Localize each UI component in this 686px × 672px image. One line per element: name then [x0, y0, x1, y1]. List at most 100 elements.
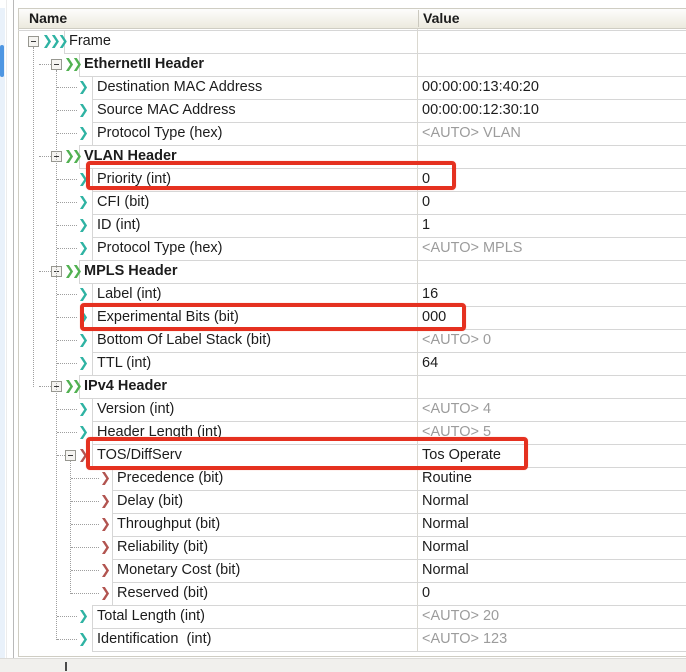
- tree-branch-line: [39, 64, 51, 65]
- field-value[interactable]: <AUTO> 4: [422, 398, 491, 421]
- tree-branch-line: [57, 202, 77, 203]
- bottom-status-strip: [0, 658, 686, 672]
- tree-row-identification-int[interactable]: ❯Identification (int)<AUTO> 123: [0, 628, 686, 651]
- row-separator: [79, 375, 686, 376]
- field-value[interactable]: 64: [422, 352, 438, 375]
- chevron-icon: ❯: [78, 168, 86, 191]
- tree-row-ethernetii-header[interactable]: ❯❯EthernetII Header: [0, 53, 686, 76]
- column-resize-handle[interactable]: [418, 10, 419, 27]
- tree-row-id-int[interactable]: ❯ID (int)1: [0, 214, 686, 237]
- field-value[interactable]: <AUTO> 20: [422, 605, 499, 628]
- field-value[interactable]: Normal: [422, 513, 469, 536]
- tree-trunk-line: [70, 461, 71, 594]
- tree-branch-line: [57, 225, 77, 226]
- field-value[interactable]: Routine: [422, 467, 472, 490]
- chevron-icon: ❯: [100, 582, 108, 605]
- tree-branch-line: [71, 524, 99, 525]
- tree-branch-line: [71, 547, 99, 548]
- name-cell-border: [112, 536, 113, 559]
- tree-row-ipv4-header[interactable]: ❯❯IPv4 Header: [0, 375, 686, 398]
- tree-row-delay-bit[interactable]: ❯Delay (bit)Normal: [0, 490, 686, 513]
- column-header-value[interactable]: Value: [423, 9, 460, 28]
- tree-row-frame[interactable]: ❯❯❯Frame: [0, 30, 686, 53]
- field-value[interactable]: 0: [422, 582, 430, 605]
- tree-row-mpls-header[interactable]: ❯❯MPLS Header: [0, 260, 686, 283]
- field-value[interactable]: Normal: [422, 536, 469, 559]
- tree-row-bottom-of-label-stack-bit[interactable]: ❯Bottom Of Label Stack (bit)<AUTO> 0: [0, 329, 686, 352]
- field-name: IPv4 Header: [84, 375, 167, 398]
- name-cell-border: [112, 582, 113, 605]
- tree-row-precedence-bit[interactable]: ❯Precedence (bit)Routine: [0, 467, 686, 490]
- tree-row-version-int[interactable]: ❯Version (int)<AUTO> 4: [0, 398, 686, 421]
- tree-row-monetary-cost-bit[interactable]: ❯Monetary Cost (bit)Normal: [0, 559, 686, 582]
- field-name: Source MAC Address: [97, 99, 236, 122]
- chevron-icon: ❯: [78, 214, 86, 237]
- tree-row-protocol-type-hex[interactable]: ❯Protocol Type (hex)<AUTO> VLAN: [0, 122, 686, 145]
- name-cell-border: [92, 214, 93, 237]
- row-separator: [92, 214, 686, 215]
- chevrons-icon: ❯❯: [64, 260, 80, 283]
- tree-branch-line: [71, 478, 99, 479]
- tree-branch-line: [39, 156, 51, 157]
- tree-row-source-mac-address[interactable]: ❯Source MAC Address00:00:00:12:30:10: [0, 99, 686, 122]
- tree-branch-line: [57, 87, 77, 88]
- tree-row-total-length-int[interactable]: ❯Total Length (int)<AUTO> 20: [0, 605, 686, 628]
- field-value[interactable]: 0: [422, 191, 430, 214]
- highlight-box-tos-diffserv: [86, 437, 528, 470]
- name-cell-border: [112, 490, 113, 513]
- tree-row-reserved-bit[interactable]: ❯ Reserved (bit) 0: [0, 582, 686, 605]
- field-name: TTL (int): [97, 352, 151, 375]
- tree-branch-line: [57, 363, 77, 364]
- name-cell-border: [92, 628, 93, 651]
- chevron-icon: ❯: [100, 559, 108, 582]
- tree-branch-line: [57, 248, 77, 249]
- row-separator: [18, 30, 686, 31]
- chevrons-icon: ❯❯: [64, 145, 80, 168]
- field-name: EthernetII Header: [84, 53, 204, 76]
- field-name: Reserved (bit): [117, 582, 208, 605]
- field-value[interactable]: 00:00:00:13:40:20: [422, 76, 539, 99]
- tree-branch-line: [57, 133, 77, 134]
- tree-branch-line: [57, 432, 77, 433]
- tree-row-destination-mac-address[interactable]: ❯Destination MAC Address00:00:00:13:40:2…: [0, 76, 686, 99]
- collapse-expander-icon[interactable]: [65, 450, 76, 461]
- name-cell-border: [92, 605, 93, 628]
- collapse-expander-icon[interactable]: [28, 36, 39, 47]
- field-value[interactable]: <AUTO> 0: [422, 329, 491, 352]
- tree-trunk-line: [33, 47, 34, 387]
- field-name: Reliability (bit): [117, 536, 208, 559]
- field-name: Protocol Type (hex): [97, 237, 222, 260]
- chevron-icon: ❯: [78, 398, 86, 421]
- chevron-icon: ❯: [78, 628, 86, 651]
- name-cell-border: [112, 467, 113, 490]
- tree-row-ttl-int[interactable]: ❯ TTL (int) 64: [0, 352, 686, 375]
- name-cell-border: [92, 398, 93, 421]
- field-value[interactable]: Normal: [422, 490, 469, 513]
- tree-branch-line: [71, 501, 99, 502]
- field-value[interactable]: <AUTO> 123: [422, 628, 507, 651]
- collapse-expander-icon[interactable]: [51, 59, 62, 70]
- field-name: MPLS Header: [84, 260, 177, 283]
- tree-row-cfi-bit[interactable]: ❯CFI (bit)0: [0, 191, 686, 214]
- bottom-strip-cursor: [65, 662, 67, 671]
- tree-row-throughput-bit[interactable]: ❯Throughput (bit)Normal: [0, 513, 686, 536]
- tree-row-protocol-type-hex[interactable]: ❯Protocol Type (hex)<AUTO> MPLS: [0, 237, 686, 260]
- chevrons-icon: ❯❯❯: [42, 30, 66, 53]
- column-header-name[interactable]: Name: [29, 9, 67, 28]
- tree-branch-line: [39, 271, 51, 272]
- chevron-icon: ❯: [78, 421, 86, 444]
- name-cell-border: [112, 559, 113, 582]
- packet-field-editor: Name Value ❯❯❯Frame❯❯EthernetII Header❯D…: [0, 0, 686, 672]
- chevron-icon: ❯: [78, 76, 86, 99]
- field-value[interactable]: 1: [422, 214, 430, 237]
- field-value[interactable]: <AUTO> VLAN: [422, 122, 521, 145]
- chevron-icon: ❯: [78, 352, 86, 375]
- tree-row-reliability-bit[interactable]: ❯Reliability (bit)Normal: [0, 536, 686, 559]
- field-value[interactable]: Normal: [422, 559, 469, 582]
- field-value[interactable]: <AUTO> MPLS: [422, 237, 522, 260]
- name-cell-border: [92, 352, 93, 375]
- field-value[interactable]: 00:00:00:12:30:10: [422, 99, 539, 122]
- name-cell-border: [112, 513, 113, 536]
- chevron-icon: ❯: [100, 513, 108, 536]
- field-name: Precedence (bit): [117, 467, 223, 490]
